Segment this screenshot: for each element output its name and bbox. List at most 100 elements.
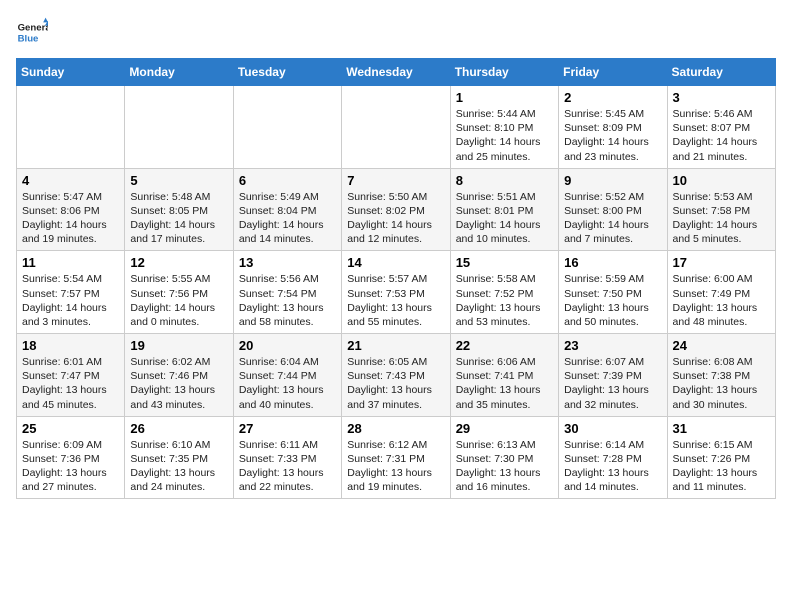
calendar-table: SundayMondayTuesdayWednesdayThursdayFrid… <box>16 58 776 499</box>
calendar-cell-3-7: 17 Sunrise: 6:00 AMSunset: 7:49 PMDayligh… <box>667 251 775 334</box>
day-info: Sunrise: 5:47 AMSunset: 8:06 PMDaylight:… <box>22 190 119 247</box>
day-info: Sunrise: 5:54 AMSunset: 7:57 PMDaylight:… <box>22 272 119 329</box>
day-number: 27 <box>239 421 336 436</box>
calendar-cell-2-4: 7 Sunrise: 5:50 AMSunset: 8:02 PMDaylight… <box>342 168 450 251</box>
day-info: Sunrise: 6:13 AMSunset: 7:30 PMDaylight:… <box>456 438 553 495</box>
day-info: Sunrise: 6:15 AMSunset: 7:26 PMDaylight:… <box>673 438 770 495</box>
day-info: Sunrise: 5:48 AMSunset: 8:05 PMDaylight:… <box>130 190 227 247</box>
day-info: Sunrise: 6:02 AMSunset: 7:46 PMDaylight:… <box>130 355 227 412</box>
day-info: Sunrise: 6:04 AMSunset: 7:44 PMDaylight:… <box>239 355 336 412</box>
day-info: Sunrise: 5:52 AMSunset: 8:00 PMDaylight:… <box>564 190 661 247</box>
calendar-cell-3-1: 11 Sunrise: 5:54 AMSunset: 7:57 PMDayligh… <box>17 251 125 334</box>
page-header: General Blue <box>16 16 776 48</box>
day-number: 7 <box>347 173 444 188</box>
calendar-week-4: 18 Sunrise: 6:01 AMSunset: 7:47 PMDayligh… <box>17 334 776 417</box>
calendar-cell-2-6: 9Sunrise: 5:52 AMSunset: 8:00 PMDaylight… <box>559 168 667 251</box>
logo: General Blue <box>16 16 52 48</box>
calendar-cell-4-3: 20 Sunrise: 6:04 AMSunset: 7:44 PMDayligh… <box>233 334 341 417</box>
day-number: 18 <box>22 338 119 353</box>
day-number: 13 <box>239 255 336 270</box>
calendar-cell-2-5: 8 Sunrise: 5:51 AMSunset: 8:01 PMDaylight… <box>450 168 558 251</box>
day-number: 20 <box>239 338 336 353</box>
day-number: 8 <box>456 173 553 188</box>
day-number: 30 <box>564 421 661 436</box>
day-number: 6 <box>239 173 336 188</box>
day-number: 3 <box>673 90 770 105</box>
calendar-cell-4-5: 22 Sunrise: 6:06 AMSunset: 7:41 PMDayligh… <box>450 334 558 417</box>
day-info: Sunrise: 6:10 AMSunset: 7:35 PMDaylight:… <box>130 438 227 495</box>
calendar-cell-1-2 <box>125 86 233 169</box>
calendar-cell-5-6: 30 Sunrise: 6:14 AMSunset: 7:28 PMDayligh… <box>559 416 667 499</box>
calendar-cell-4-4: 21Sunrise: 6:05 AMSunset: 7:43 PMDayligh… <box>342 334 450 417</box>
day-info: Sunrise: 6:08 AMSunset: 7:38 PMDaylight:… <box>673 355 770 412</box>
svg-text:Blue: Blue <box>18 34 39 45</box>
day-info: Sunrise: 5:53 AMSunset: 7:58 PMDaylight:… <box>673 190 770 247</box>
calendar-cell-1-1 <box>17 86 125 169</box>
day-info: Sunrise: 5:59 AMSunset: 7:50 PMDaylight:… <box>564 272 661 329</box>
day-number: 19 <box>130 338 227 353</box>
day-info: Sunrise: 6:01 AMSunset: 7:47 PMDaylight:… <box>22 355 119 412</box>
logo-icon: General Blue <box>16 16 48 48</box>
calendar-cell-5-3: 27 Sunrise: 6:11 AMSunset: 7:33 PMDayligh… <box>233 416 341 499</box>
calendar-cell-1-5: 1 Sunrise: 5:44 AMSunset: 8:10 PMDaylight… <box>450 86 558 169</box>
day-number: 17 <box>673 255 770 270</box>
calendar-cell-1-7: 3Sunrise: 5:46 AMSunset: 8:07 PMDaylight… <box>667 86 775 169</box>
day-number: 22 <box>456 338 553 353</box>
day-info: Sunrise: 5:51 AMSunset: 8:01 PMDaylight:… <box>456 190 553 247</box>
calendar-cell-2-7: 10 Sunrise: 5:53 AMSunset: 7:58 PMDayligh… <box>667 168 775 251</box>
header-wednesday: Wednesday <box>342 59 450 86</box>
calendar-cell-4-7: 24 Sunrise: 6:08 AMSunset: 7:38 PMDayligh… <box>667 334 775 417</box>
header-thursday: Thursday <box>450 59 558 86</box>
day-number: 1 <box>456 90 553 105</box>
calendar-week-5: 25 Sunrise: 6:09 AMSunset: 7:36 PMDayligh… <box>17 416 776 499</box>
calendar-cell-2-2: 5Sunrise: 5:48 AMSunset: 8:05 PMDaylight… <box>125 168 233 251</box>
calendar-cell-2-3: 6Sunrise: 5:49 AMSunset: 8:04 PMDaylight… <box>233 168 341 251</box>
header-sunday: Sunday <box>17 59 125 86</box>
calendar-cell-1-6: 2 Sunrise: 5:45 AMSunset: 8:09 PMDaylight… <box>559 86 667 169</box>
day-info: Sunrise: 5:56 AMSunset: 7:54 PMDaylight:… <box>239 272 336 329</box>
day-number: 25 <box>22 421 119 436</box>
header-monday: Monday <box>125 59 233 86</box>
day-info: Sunrise: 6:11 AMSunset: 7:33 PMDaylight:… <box>239 438 336 495</box>
day-info: Sunrise: 5:45 AMSunset: 8:09 PMDaylight:… <box>564 107 661 164</box>
day-info: Sunrise: 6:00 AMSunset: 7:49 PMDaylight:… <box>673 272 770 329</box>
day-info: Sunrise: 6:06 AMSunset: 7:41 PMDaylight:… <box>456 355 553 412</box>
day-number: 2 <box>564 90 661 105</box>
day-number: 15 <box>456 255 553 270</box>
header-friday: Friday <box>559 59 667 86</box>
day-number: 12 <box>130 255 227 270</box>
header-saturday: Saturday <box>667 59 775 86</box>
day-number: 11 <box>22 255 119 270</box>
calendar-cell-3-5: 15 Sunrise: 5:58 AMSunset: 7:52 PMDayligh… <box>450 251 558 334</box>
calendar-cell-2-1: 4Sunrise: 5:47 AMSunset: 8:06 PMDaylight… <box>17 168 125 251</box>
calendar-week-2: 4Sunrise: 5:47 AMSunset: 8:06 PMDaylight… <box>17 168 776 251</box>
calendar-cell-1-4 <box>342 86 450 169</box>
calendar-cell-5-4: 28Sunrise: 6:12 AMSunset: 7:31 PMDayligh… <box>342 416 450 499</box>
calendar-cell-5-7: 31Sunrise: 6:15 AMSunset: 7:26 PMDayligh… <box>667 416 775 499</box>
day-number: 28 <box>347 421 444 436</box>
day-info: Sunrise: 5:55 AMSunset: 7:56 PMDaylight:… <box>130 272 227 329</box>
calendar-cell-3-6: 16 Sunrise: 5:59 AMSunset: 7:50 PMDayligh… <box>559 251 667 334</box>
day-info: Sunrise: 6:09 AMSunset: 7:36 PMDaylight:… <box>22 438 119 495</box>
day-info: Sunrise: 5:44 AMSunset: 8:10 PMDaylight:… <box>456 107 553 164</box>
header-tuesday: Tuesday <box>233 59 341 86</box>
day-number: 29 <box>456 421 553 436</box>
day-number: 26 <box>130 421 227 436</box>
calendar-cell-3-4: 14Sunrise: 5:57 AMSunset: 7:53 PMDayligh… <box>342 251 450 334</box>
calendar-cell-4-2: 19 Sunrise: 6:02 AMSunset: 7:46 PMDayligh… <box>125 334 233 417</box>
day-info: Sunrise: 6:14 AMSunset: 7:28 PMDaylight:… <box>564 438 661 495</box>
svg-text:General: General <box>18 22 48 33</box>
day-number: 21 <box>347 338 444 353</box>
day-number: 24 <box>673 338 770 353</box>
calendar-cell-1-3 <box>233 86 341 169</box>
calendar-cell-5-2: 26 Sunrise: 6:10 AMSunset: 7:35 PMDayligh… <box>125 416 233 499</box>
day-number: 14 <box>347 255 444 270</box>
day-number: 10 <box>673 173 770 188</box>
day-number: 16 <box>564 255 661 270</box>
calendar-cell-5-1: 25 Sunrise: 6:09 AMSunset: 7:36 PMDayligh… <box>17 416 125 499</box>
day-info: Sunrise: 5:50 AMSunset: 8:02 PMDaylight:… <box>347 190 444 247</box>
day-info: Sunrise: 5:58 AMSunset: 7:52 PMDaylight:… <box>456 272 553 329</box>
calendar-cell-4-6: 23Sunrise: 6:07 AMSunset: 7:39 PMDayligh… <box>559 334 667 417</box>
calendar-cell-3-2: 12 Sunrise: 5:55 AMSunset: 7:56 PMDayligh… <box>125 251 233 334</box>
day-number: 23 <box>564 338 661 353</box>
